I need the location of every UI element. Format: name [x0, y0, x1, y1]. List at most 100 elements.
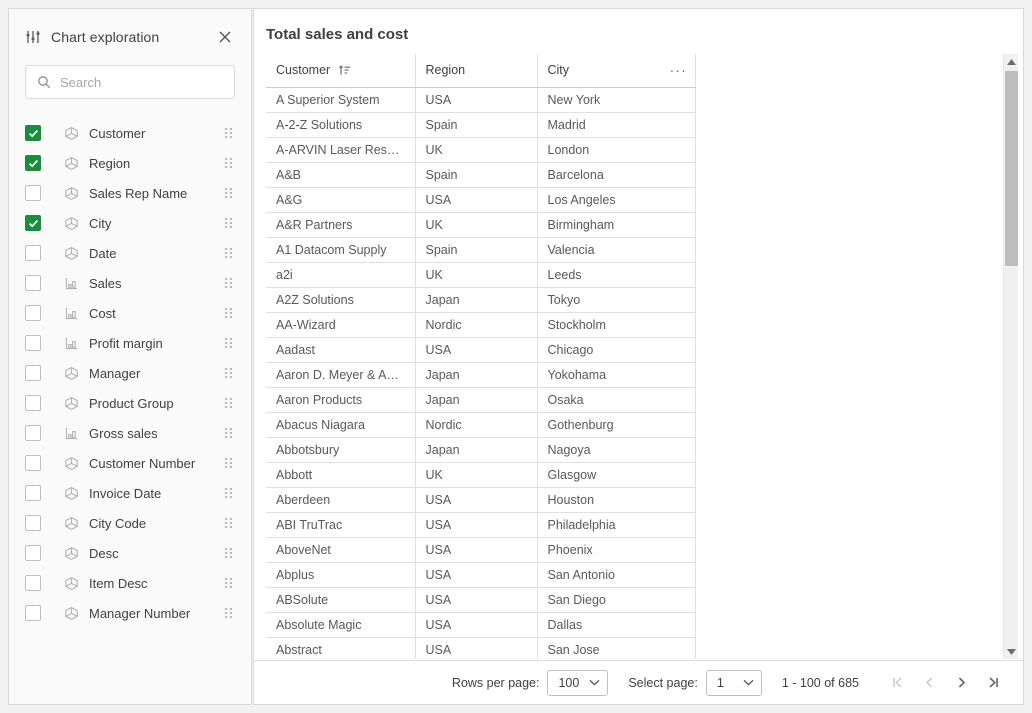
table-cell[interactable]: AA-Wizard — [266, 312, 415, 337]
field-row[interactable]: Date — [25, 238, 241, 268]
drag-handle-icon[interactable] — [221, 395, 237, 411]
field-checkbox[interactable] — [25, 245, 41, 261]
table-cell[interactable]: Aaron D. Meyer & Associates — [266, 362, 415, 387]
drag-handle-icon[interactable] — [221, 335, 237, 351]
table-row[interactable]: A1 Datacom SupplySpainValencia — [266, 237, 695, 262]
scroll-down-arrow-icon[interactable] — [1004, 644, 1019, 659]
table-row[interactable]: ABSoluteUSASan Diego — [266, 587, 695, 612]
table-cell[interactable]: Valencia — [537, 237, 695, 262]
table-row[interactable]: A-ARVIN Laser ResourcesUKLondon — [266, 137, 695, 162]
column-header-customer[interactable]: Customer — [266, 54, 415, 87]
table-cell[interactable]: A&R Partners — [266, 212, 415, 237]
sort-ascending-icon[interactable] — [338, 64, 351, 77]
field-checkbox[interactable] — [25, 275, 41, 291]
field-checkbox[interactable] — [25, 455, 41, 471]
drag-handle-icon[interactable] — [221, 515, 237, 531]
table-cell[interactable]: London — [537, 137, 695, 162]
table-cell[interactable]: Madrid — [537, 112, 695, 137]
table-cell[interactable]: Aaron Products — [266, 387, 415, 412]
table-cell[interactable]: A&B — [266, 162, 415, 187]
table-cell[interactable]: Aadast — [266, 337, 415, 362]
drag-handle-icon[interactable] — [221, 245, 237, 261]
field-row[interactable]: Sales — [25, 268, 241, 298]
field-checkbox[interactable] — [25, 215, 41, 231]
table-cell[interactable]: Abbott — [266, 462, 415, 487]
table-cell[interactable]: UK — [415, 137, 537, 162]
table-cell[interactable]: Yokohama — [537, 362, 695, 387]
table-cell[interactable]: Leeds — [537, 262, 695, 287]
table-cell[interactable]: UK — [415, 462, 537, 487]
table-cell[interactable]: Phoenix — [537, 537, 695, 562]
table-row[interactable]: A2Z SolutionsJapanTokyo — [266, 287, 695, 312]
field-row[interactable]: Cost — [25, 298, 241, 328]
field-row[interactable]: Profit margin — [25, 328, 241, 358]
drag-handle-icon[interactable] — [221, 455, 237, 471]
table-cell[interactable]: USA — [415, 87, 537, 112]
field-row[interactable]: Gross sales — [25, 418, 241, 448]
table-cell[interactable]: Aberdeen — [266, 487, 415, 512]
table-row[interactable]: AbbottUKGlasgow — [266, 462, 695, 487]
table-cell[interactable]: Osaka — [537, 387, 695, 412]
table-cell[interactable]: Philadelphia — [537, 512, 695, 537]
table-cell[interactable]: Japan — [415, 362, 537, 387]
table-row[interactable]: Abacus NiagaraNordicGothenburg — [266, 412, 695, 437]
table-row[interactable]: A&BSpainBarcelona — [266, 162, 695, 187]
table-cell[interactable]: Birmingham — [537, 212, 695, 237]
field-row[interactable]: Product Group — [25, 388, 241, 418]
field-checkbox[interactable] — [25, 515, 41, 531]
table-cell[interactable]: A-ARVIN Laser Resources — [266, 137, 415, 162]
scroll-up-arrow-icon[interactable] — [1004, 54, 1019, 69]
table-row[interactable]: Aaron ProductsJapanOsaka — [266, 387, 695, 412]
table-cell[interactable]: San Diego — [537, 587, 695, 612]
table-cell[interactable]: USA — [415, 187, 537, 212]
table-row[interactable]: AbstractUSASan Jose — [266, 637, 695, 659]
table-row[interactable]: Aaron D. Meyer & AssociatesJapanYokohama — [266, 362, 695, 387]
drag-handle-icon[interactable] — [221, 545, 237, 561]
drag-handle-icon[interactable] — [221, 575, 237, 591]
drag-handle-icon[interactable] — [221, 365, 237, 381]
drag-handle-icon[interactable] — [221, 275, 237, 291]
drag-handle-icon[interactable] — [221, 425, 237, 441]
table-row[interactable]: AadastUSAChicago — [266, 337, 695, 362]
table-cell[interactable]: USA — [415, 562, 537, 587]
table-cell[interactable]: A Superior System — [266, 87, 415, 112]
field-checkbox[interactable] — [25, 185, 41, 201]
rows-per-page-select[interactable]: 100 — [547, 670, 608, 696]
table-row[interactable]: AbbotsburyJapanNagoya — [266, 437, 695, 462]
table-cell[interactable]: Houston — [537, 487, 695, 512]
select-page-select[interactable]: 1 — [706, 670, 762, 696]
table-row[interactable]: A&R PartnersUKBirmingham — [266, 212, 695, 237]
table-cell[interactable]: ABSolute — [266, 587, 415, 612]
table-cell[interactable]: Japan — [415, 387, 537, 412]
table-cell[interactable]: Spain — [415, 162, 537, 187]
field-checkbox[interactable] — [25, 305, 41, 321]
table-cell[interactable]: Japan — [415, 437, 537, 462]
table-cell[interactable]: Gothenburg — [537, 412, 695, 437]
field-checkbox[interactable] — [25, 155, 41, 171]
table-cell[interactable]: Barcelona — [537, 162, 695, 187]
field-row[interactable]: Item Desc — [25, 568, 241, 598]
table-cell[interactable]: Abacus Niagara — [266, 412, 415, 437]
table-cell[interactable]: USA — [415, 512, 537, 537]
field-row[interactable]: Manager — [25, 358, 241, 388]
field-checkbox[interactable] — [25, 125, 41, 141]
table-cell[interactable]: Abstract — [266, 637, 415, 659]
table-cell[interactable]: San Antonio — [537, 562, 695, 587]
table-row[interactable]: A-2-Z SolutionsSpainMadrid — [266, 112, 695, 137]
column-menu-icon[interactable]: ··· — [670, 61, 688, 79]
table-row[interactable]: AboveNetUSAPhoenix — [266, 537, 695, 562]
table-cell[interactable]: A1 Datacom Supply — [266, 237, 415, 262]
field-checkbox[interactable] — [25, 335, 41, 351]
first-page-icon[interactable] — [881, 669, 913, 697]
table-cell[interactable]: Nagoya — [537, 437, 695, 462]
field-checkbox[interactable] — [25, 605, 41, 621]
scrollbar-thumb[interactable] — [1005, 71, 1018, 266]
table-cell[interactable]: UK — [415, 262, 537, 287]
table-cell[interactable]: UK — [415, 212, 537, 237]
field-row[interactable]: Region — [25, 148, 241, 178]
previous-page-icon[interactable] — [913, 669, 945, 697]
table-cell[interactable]: Glasgow — [537, 462, 695, 487]
table-row[interactable]: Absolute MagicUSADallas — [266, 612, 695, 637]
table-cell[interactable]: USA — [415, 337, 537, 362]
table-row[interactable]: a2iUKLeeds — [266, 262, 695, 287]
